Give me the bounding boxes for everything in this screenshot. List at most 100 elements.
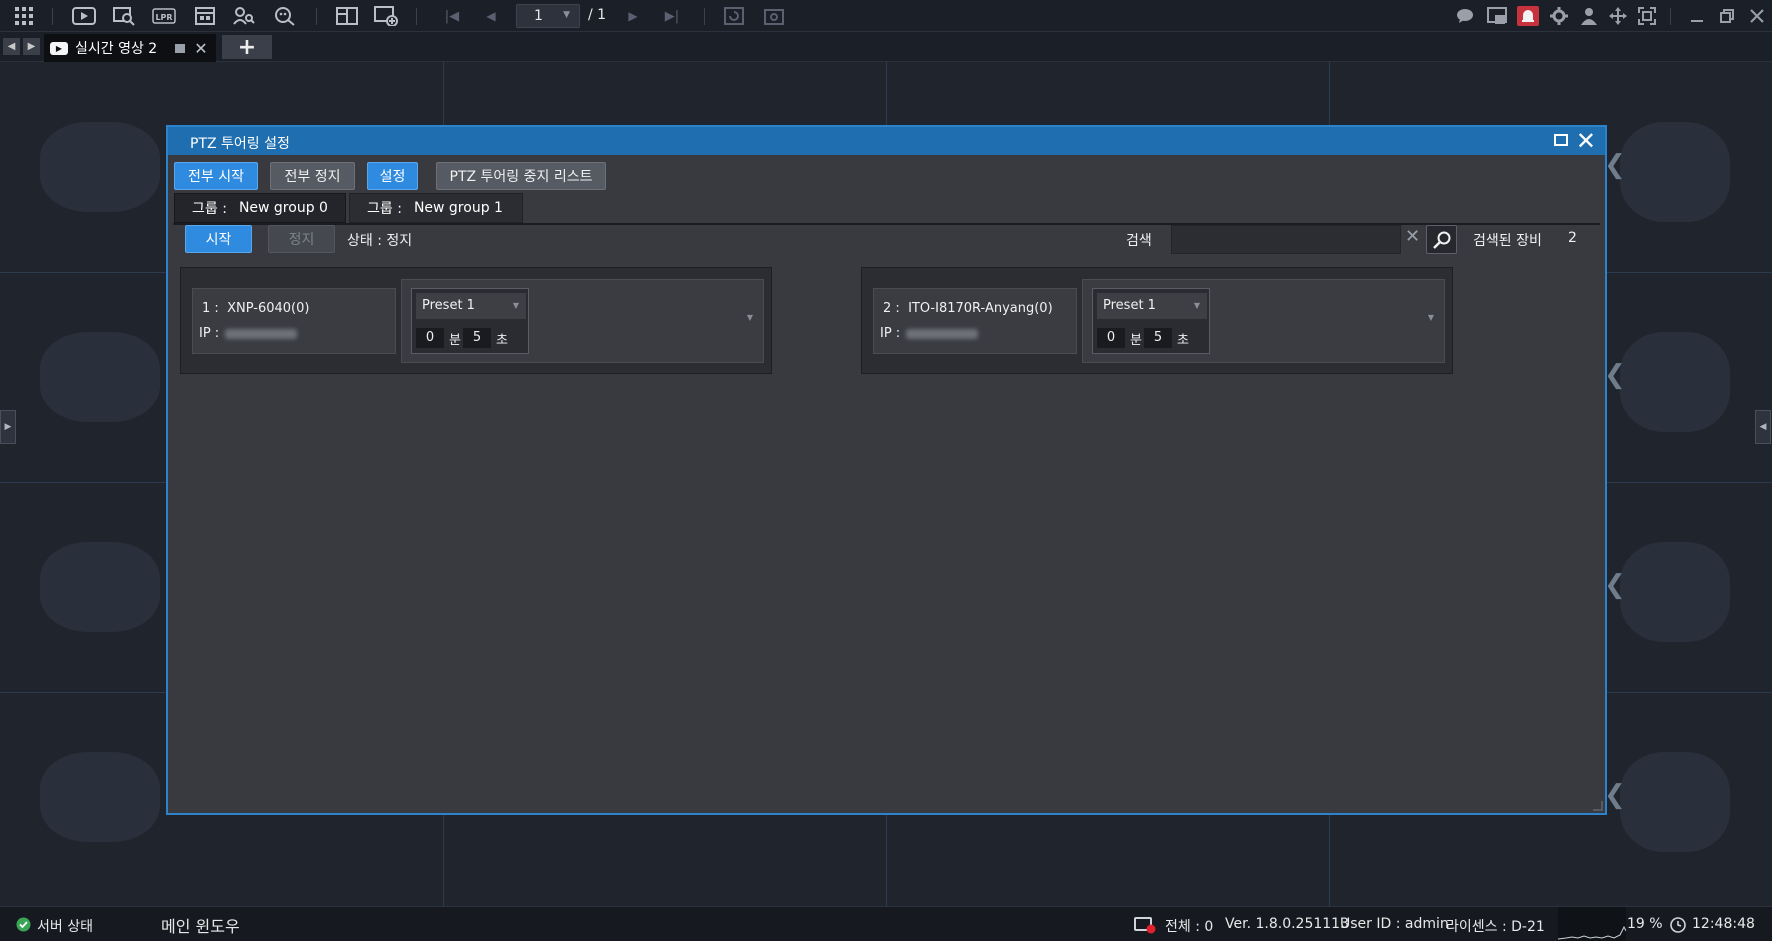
chevron-left-icon: ❮	[1604, 150, 1626, 180]
seconds-input[interactable]: 5	[463, 328, 491, 348]
device-info: 1 : XNP-6040(0) IP :	[192, 288, 396, 354]
play-icon: ▶	[50, 41, 68, 55]
preset-select[interactable]: Preset 1 ▼	[1097, 293, 1207, 319]
tab-scroll-left-button[interactable]: ◀	[3, 38, 20, 55]
tab-pin-icon[interactable]	[175, 43, 186, 53]
touring-status: 상태 : 정지	[347, 233, 413, 249]
preset-value: Preset 1	[422, 298, 475, 313]
device-info: 2 : ITO-I8170R-Anyang(0) IP :	[873, 288, 1077, 354]
preset-entry: Preset 1 ▼ 0 분 5 초	[1092, 288, 1210, 354]
world-map-graphic	[1620, 542, 1730, 642]
device-title: 1 : XNP-6040(0)	[202, 301, 309, 316]
search-label: 검색	[1126, 233, 1152, 249]
add-layout-icon[interactable]	[372, 4, 400, 28]
start-all-button[interactable]: 전부 시작	[174, 162, 258, 190]
device-index: 2 :	[883, 301, 900, 316]
group-name: New group 0	[238, 200, 328, 216]
event-log-icon[interactable]	[1134, 916, 1156, 938]
right-panel-toggle[interactable]: ◀	[1755, 410, 1771, 444]
page-number-select[interactable]: 1 ▼	[516, 4, 580, 28]
chevron-left-icon: ❮	[1604, 780, 1626, 810]
lpr-icon[interactable]: LPR	[150, 4, 178, 28]
grid-menu-icon[interactable]	[10, 4, 38, 28]
seconds-input[interactable]: 5	[1144, 328, 1172, 348]
tab-label: 실시간 영상 2	[75, 41, 158, 57]
toolbar-divider	[52, 8, 53, 25]
preset-value: Preset 1	[1103, 298, 1156, 313]
world-map-graphic	[40, 332, 160, 422]
gear-icon[interactable]	[1545, 4, 1573, 28]
toolbar-divider	[416, 8, 417, 25]
first-page-icon[interactable]: |◀	[438, 4, 466, 28]
current-time: 12:48:48	[1692, 916, 1755, 932]
svg-text:LPR: LPR	[155, 13, 172, 22]
layout-icon[interactable]	[333, 4, 361, 28]
expand-chevron-icon[interactable]: ▼	[1428, 313, 1434, 322]
cpu-graph	[1557, 907, 1627, 941]
stop-button[interactable]: 정지	[268, 225, 335, 253]
ptz-touring-dialog: PTZ 투어링 설정 ✕ 전부 시작 전부 정지 설정 PTZ 투어링 중지 리…	[166, 125, 1607, 815]
found-devices-label: 검색된 장비	[1473, 233, 1542, 249]
ptz-stop-list-button[interactable]: PTZ 투어링 중지 리스트	[436, 162, 606, 190]
minutes-input[interactable]: 0	[1097, 328, 1125, 348]
user-id: User ID : admin	[1340, 916, 1449, 932]
check-icon	[16, 917, 31, 936]
tab-close-icon[interactable]: ✕	[194, 39, 207, 58]
search-button[interactable]	[1426, 225, 1457, 254]
search-icon	[1432, 231, 1450, 249]
expand-chevron-icon[interactable]: ▼	[747, 313, 753, 322]
dialog-close-icon[interactable]: ✕	[1576, 127, 1596, 155]
face-search-icon[interactable]	[271, 4, 299, 28]
preset-select[interactable]: Preset 1 ▼	[416, 293, 526, 319]
settings-button[interactable]: 설정	[367, 162, 418, 190]
maximize-icon[interactable]	[1554, 134, 1568, 146]
start-button[interactable]: 시작	[185, 225, 252, 253]
user-icon[interactable]	[1575, 4, 1603, 28]
group-name: New group 1	[413, 200, 503, 216]
version-info: Ver. 1.8.0.251113	[1225, 916, 1349, 932]
current-page-value: 1	[534, 8, 543, 24]
minutes-input[interactable]: 0	[416, 328, 444, 348]
total-pages: / 1	[588, 7, 607, 23]
capture-icon[interactable]	[760, 4, 788, 28]
group-label: 그룹 :	[192, 201, 227, 217]
device-ip-label: IP :	[199, 326, 220, 341]
close-window-icon[interactable]	[1743, 4, 1771, 28]
device-card[interactable]: 1 : XNP-6040(0) IP : Preset 1 ▼ 0 분 5 초 …	[180, 267, 772, 374]
tab-group-0[interactable]: 그룹 : New group 0	[174, 193, 346, 223]
server-status[interactable]: 서버 상태	[37, 916, 93, 936]
world-map-graphic	[1620, 122, 1730, 222]
status-bar: 서버 상태 메인 윈도우 전체 : 0 Ver. 1.8.0.251113 Us…	[0, 906, 1772, 941]
live-view-icon[interactable]	[70, 4, 98, 28]
move-icon[interactable]	[1604, 4, 1632, 28]
refresh-icon[interactable]	[720, 4, 748, 28]
tab-group-1[interactable]: 그룹 : New group 1	[349, 193, 523, 223]
stop-all-button[interactable]: 전부 정지	[270, 162, 355, 190]
tab-live-view-2[interactable]: ▶ 실시간 영상 2 ✕	[44, 34, 216, 62]
alarm-icon[interactable]	[1514, 4, 1542, 28]
restore-icon[interactable]	[1713, 4, 1741, 28]
tab-scroll-right-button[interactable]: ▶	[23, 38, 40, 55]
fullscreen-icon[interactable]	[1633, 4, 1661, 28]
cpu-usage: 19 %	[1627, 916, 1663, 932]
monitor-icon[interactable]	[1483, 4, 1511, 28]
toolbar-divider	[316, 8, 317, 25]
add-tab-button[interactable]: +	[222, 35, 272, 60]
prev-page-icon[interactable]: ◀	[477, 4, 505, 28]
next-page-icon[interactable]: ▶	[619, 4, 647, 28]
world-map-graphic	[1620, 752, 1730, 852]
search-playback-icon[interactable]	[110, 4, 138, 28]
minimize-icon[interactable]	[1683, 4, 1711, 28]
last-page-icon[interactable]: ▶|	[658, 4, 686, 28]
left-panel-toggle[interactable]: ▶	[0, 410, 16, 444]
dialog-title-bar[interactable]: PTZ 투어링 설정 ✕	[168, 127, 1605, 155]
search-input[interactable]	[1171, 225, 1401, 254]
group-label: 그룹 :	[367, 201, 402, 217]
export-icon[interactable]	[191, 4, 219, 28]
view-tab-bar: ◀ ▶ ▶ 실시간 영상 2 ✕ +	[0, 32, 1772, 62]
resize-grip-icon[interactable]	[1593, 801, 1603, 811]
chat-icon[interactable]	[1451, 4, 1479, 28]
person-search-icon[interactable]	[230, 4, 258, 28]
clear-search-icon[interactable]: ✕	[1405, 226, 1420, 247]
device-card[interactable]: 2 : ITO-I8170R-Anyang(0) IP : Preset 1 ▼…	[861, 267, 1453, 374]
